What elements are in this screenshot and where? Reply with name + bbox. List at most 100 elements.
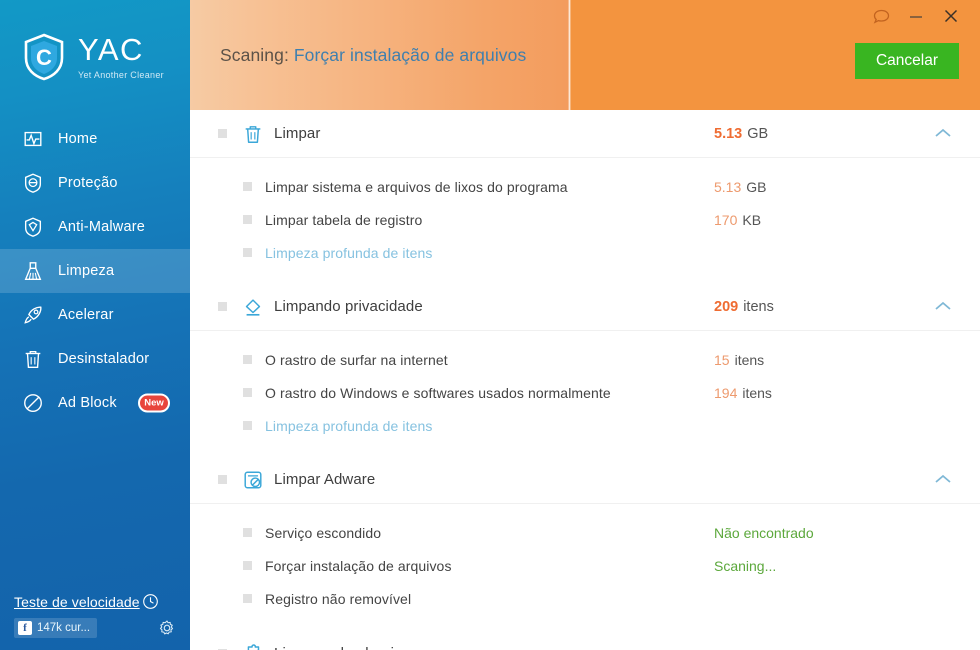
- scan-item-row[interactable]: O rastro de surfar na internet 15 itens: [190, 343, 980, 376]
- brand-logo: C YAC Yet Another Cleaner: [0, 0, 190, 113]
- scan-item-value: Não encontrado: [714, 525, 814, 541]
- item-checkbox[interactable]: [243, 182, 252, 191]
- main-panel: Scaning: Forçar instalação de arquivos C…: [190, 0, 980, 650]
- item-checkbox-wrap[interactable]: [190, 594, 252, 603]
- sidebar-item-label: Home: [58, 131, 98, 147]
- scan-item-value-number: 15: [714, 351, 730, 368]
- speed-test-label: Teste de velocidade: [14, 593, 140, 610]
- scan-item-label: Limpar sistema e arquivos de lixos do pr…: [265, 178, 568, 195]
- scan-item-row[interactable]: Limpar tabela de registro 170 KB: [190, 203, 980, 236]
- trash-icon: [245, 125, 261, 143]
- feedback-icon: [873, 9, 889, 24]
- scan-item-value: 5.13 GB: [714, 179, 766, 195]
- scan-results-list: Limpar 5.13 GB Limpar sistema e arquivos…: [190, 110, 980, 650]
- scan-group-header-1[interactable]: Limpar 5.13 GB: [190, 110, 980, 158]
- facebook-icon: f: [18, 621, 32, 635]
- block-circle-icon: [24, 394, 42, 412]
- scan-item-row[interactable]: Limpeza profunda de itens: [190, 409, 980, 442]
- shield-e-icon: [24, 173, 42, 193]
- scan-item-value: 194 itens: [714, 385, 772, 401]
- sidebar-item-desinstalador[interactable]: Desinstalador: [0, 337, 190, 381]
- window-controls: [866, 3, 966, 29]
- scan-item-value-unit: Não encontrado: [714, 524, 814, 541]
- speed-test-link[interactable]: Teste de velocidade: [0, 593, 190, 610]
- scan-item-label: Limpar tabela de registro: [265, 211, 423, 228]
- item-checkbox-wrap[interactable]: [190, 421, 252, 430]
- scan-group-label: Limpar Adware: [274, 471, 376, 488]
- scan-item-row[interactable]: Limpeza profunda de itens: [190, 236, 980, 269]
- chevron-up-icon[interactable]: [934, 128, 952, 139]
- item-checkbox[interactable]: [243, 421, 252, 430]
- sidebar-item-ad-block[interactable]: Ad Block New: [0, 381, 190, 425]
- minimize-button[interactable]: [901, 3, 931, 29]
- brand-tagline: Yet Another Cleaner: [78, 69, 164, 80]
- sidebar-item-home[interactable]: Home: [0, 117, 190, 161]
- scan-status-prefix: Scaning:: [220, 45, 289, 65]
- scan-group-value: 5.13 GB: [714, 126, 768, 142]
- item-checkbox[interactable]: [243, 594, 252, 603]
- group-checkbox[interactable]: [218, 129, 227, 138]
- scan-item-value-unit: itens: [734, 351, 765, 368]
- facebook-count-label: 147k cur...: [37, 622, 91, 634]
- scan-item-row[interactable]: O rastro do Windows e softwares usados n…: [190, 376, 980, 409]
- scan-group-label: Limpeza de plug-ins: [274, 645, 410, 650]
- scan-item-row[interactable]: Forçar instalação de arquivos Scaning...: [190, 549, 980, 582]
- item-checkbox-wrap[interactable]: [190, 248, 252, 257]
- scan-group-value-number: 5.13: [714, 125, 743, 142]
- yac-app-window: C YAC Yet Another Cleaner Home Proteção …: [0, 0, 980, 650]
- sidebar: C YAC Yet Another Cleaner Home Proteção …: [0, 0, 190, 650]
- scan-group-header-3[interactable]: Limpar Adware: [190, 456, 980, 504]
- scan-item-row[interactable]: Registro não removível: [190, 582, 980, 615]
- item-checkbox-wrap[interactable]: [190, 215, 252, 224]
- group-checkbox[interactable]: [218, 302, 227, 311]
- scan-item-value-number: 194: [714, 384, 738, 401]
- sidebar-nav: Home Proteção Anti-Malware Limpeza Acele…: [0, 117, 190, 425]
- eraser-icon: [245, 298, 261, 316]
- scan-group-value-unit: itens: [743, 298, 774, 315]
- broom-icon: [24, 262, 42, 280]
- facebook-like-badge[interactable]: f 147k cur...: [14, 618, 98, 638]
- scan-group: Limpeza de plug-ins: [190, 629, 980, 650]
- scan-item-value: 15 itens: [714, 352, 764, 368]
- item-checkbox-wrap[interactable]: [190, 528, 252, 537]
- group-checkbox-wrap[interactable]: [190, 475, 227, 484]
- scan-status-text: Scaning: Forçar instalação de arquivos: [220, 45, 526, 66]
- item-checkbox[interactable]: [243, 355, 252, 364]
- scan-group-header-2[interactable]: Limpando privacidade 209 itens: [190, 283, 980, 331]
- item-checkbox-wrap[interactable]: [190, 388, 252, 397]
- sidebar-item-protecao[interactable]: Proteção: [0, 161, 190, 205]
- item-checkbox-wrap[interactable]: [190, 561, 252, 570]
- chevron-up-icon[interactable]: [934, 301, 952, 312]
- feedback-button[interactable]: [866, 3, 896, 29]
- scan-item-label: Forçar instalação de arquivos: [265, 557, 452, 574]
- scan-item-row[interactable]: Serviço escondido Não encontrado: [190, 516, 980, 549]
- scan-group-value-unit: GB: [747, 125, 769, 142]
- scan-item-label: Serviço escondido: [265, 524, 382, 541]
- item-checkbox-wrap[interactable]: [190, 182, 252, 191]
- item-checkbox[interactable]: [243, 388, 252, 397]
- close-button[interactable]: [936, 3, 966, 29]
- item-checkbox-wrap[interactable]: [190, 355, 252, 364]
- sidebar-item-label: Proteção: [58, 175, 118, 191]
- group-checkbox-wrap[interactable]: [190, 129, 227, 138]
- minimize-icon: [910, 16, 922, 18]
- sidebar-item-limpeza[interactable]: Limpeza: [0, 249, 190, 293]
- group-checkbox-wrap[interactable]: [190, 302, 227, 311]
- item-checkbox[interactable]: [243, 561, 252, 570]
- shield-c-logo-icon: C: [24, 33, 64, 80]
- gear-icon[interactable]: [158, 619, 176, 637]
- chevron-up-icon[interactable]: [934, 474, 952, 485]
- scan-item-row[interactable]: Limpar sistema e arquivos de lixos do pr…: [190, 170, 980, 203]
- sidebar-item-acelerar[interactable]: Acelerar: [0, 293, 190, 337]
- scan-group-header-4[interactable]: Limpeza de plug-ins: [190, 629, 980, 650]
- item-checkbox[interactable]: [243, 248, 252, 257]
- group-checkbox[interactable]: [218, 475, 227, 484]
- sidebar-footer: Teste de velocidade f 147k cur...: [0, 593, 190, 638]
- sidebar-item-anti-malware[interactable]: Anti-Malware: [0, 205, 190, 249]
- cancel-button[interactable]: Cancelar: [855, 43, 959, 79]
- scan-item-value: 170 KB: [714, 212, 761, 228]
- sidebar-item-label: Limpeza: [58, 263, 115, 279]
- rocket-icon: [24, 306, 42, 324]
- item-checkbox[interactable]: [243, 528, 252, 537]
- item-checkbox[interactable]: [243, 215, 252, 224]
